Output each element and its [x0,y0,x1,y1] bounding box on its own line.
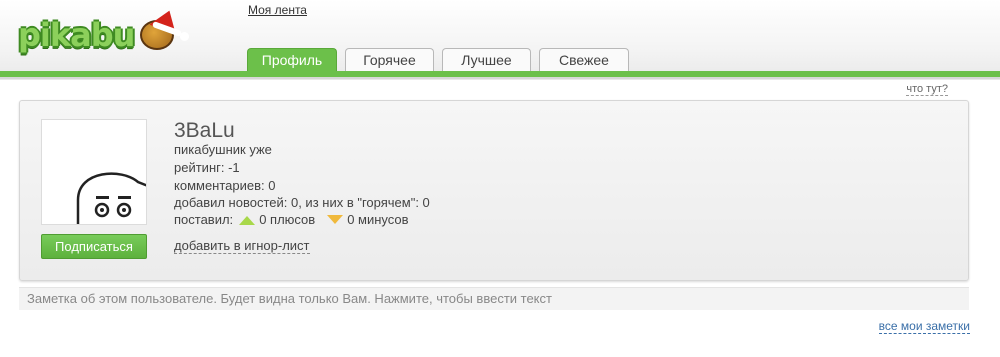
my-feed-link[interactable]: Моя лента [248,3,307,17]
user-note-field[interactable]: Заметка об этом пользователе. Будет видн… [19,287,969,310]
avatar[interactable] [41,119,147,225]
minus-arrow-icon [327,215,344,224]
page-header: pikabu Моя лента Профиль Горячее Лучшее … [0,0,1000,80]
tab-profile[interactable]: Профиль [247,48,337,71]
subscribe-button[interactable]: Подписаться [41,234,147,259]
votes-label: поставил: [174,212,234,227]
tab-best[interactable]: Лучшее [442,48,531,71]
profile-card: Подписаться 3BaLu пикабушник уже рейтинг… [19,100,969,281]
profile-news: добавил новостей: 0, из них в "горячем":… [174,195,430,210]
tab-hot[interactable]: Горячее [345,48,434,71]
plus-arrow-icon [239,216,256,225]
tab-fresh[interactable]: Свежее [539,48,629,71]
help-link[interactable]: что тут? [906,83,948,96]
profile-rank: пикабушник уже [174,142,272,157]
santa-hat-pompom [180,32,189,41]
profile-comments: комментариев: 0 [174,178,276,193]
minus-count: 0 минусов [347,212,409,227]
site-logo[interactable]: pikabu [14,5,194,58]
add-to-ignore-link[interactable]: добавить в игнор-лист [174,239,310,254]
profile-rating: рейтинг: -1 [174,160,240,175]
plus-count: 0 плюсов [259,212,316,227]
profile-votes: поставил: 0 плюсов 0 минусов [174,212,409,227]
all-my-notes-link[interactable]: все мои заметки [878,320,970,334]
avatar-face-icon [76,172,146,224]
header-divider [0,77,1000,79]
logo-text: pikabu [18,16,135,54]
profile-username: 3BaLu [174,119,235,142]
